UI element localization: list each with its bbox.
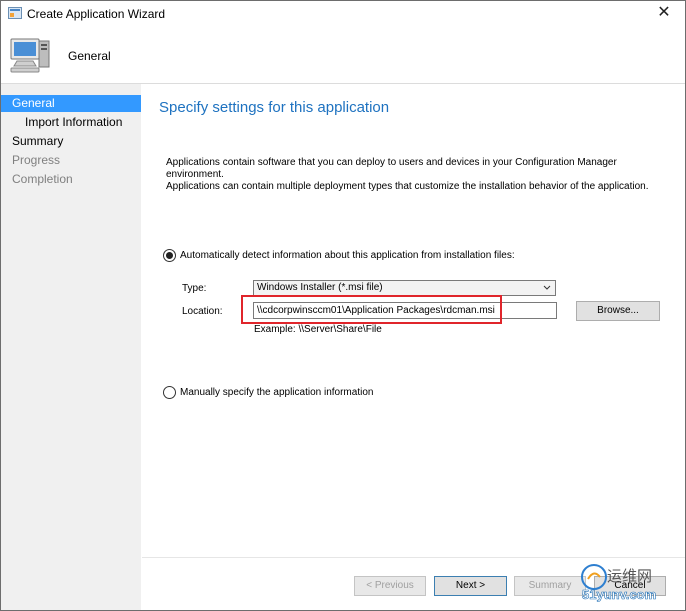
type-dropdown[interactable]: Windows Installer (*.msi file) [253,280,556,296]
auto-detect-radio[interactable] [163,249,176,262]
header-title: General [68,49,111,63]
previous-button[interactable]: < Previous [354,576,426,596]
sidebar-item-label: Completion [12,172,73,186]
title-bar: Create Application Wizard ✕ [1,1,685,27]
sidebar-item-label: Summary [12,134,64,148]
type-label: Type: [182,283,207,294]
manual-specify-label: Manually specify the application informa… [180,387,374,398]
type-dropdown-value: Windows Installer (*.msi file) [257,282,383,293]
footer-divider [142,557,685,558]
sidebar-item-label: Import Information [25,115,123,129]
computer-icon [10,38,50,73]
chevron-down-icon [543,285,551,290]
browse-button[interactable]: Browse... [576,301,660,321]
app-icon [8,7,22,19]
description: Applications contain software that you c… [166,157,666,193]
location-example: Example: \\Server\Share\File [254,324,382,335]
manual-specify-radio[interactable] [163,386,176,399]
sidebar-item-completion: Completion [1,171,141,188]
description-line-1: Applications contain software that you c… [166,157,617,180]
description-line-2: Applications can contain multiple deploy… [166,181,649,192]
wizard-steps-sidebar: General Import Information Summary Progr… [1,84,141,610]
wizard-header: General [1,27,685,84]
wizard-content: Specify settings for this application Ap… [142,84,685,610]
sidebar-item-label: Progress [12,153,61,167]
page-title: Specify settings for this application [159,99,390,116]
sidebar-item-label: General [12,96,55,110]
annotation-highlight-box [241,295,502,324]
sidebar-item-summary[interactable]: Summary [1,133,141,150]
site-watermark: 运维网 51yunv.com [576,563,686,609]
window-title: Create Application Wizard [27,7,166,21]
watermark-text-url: 51yunv.com [582,587,657,603]
location-label: Location: [182,306,223,317]
sidebar-item-progress: Progress [1,152,141,169]
auto-detect-label: Automatically detect information about t… [180,250,515,261]
next-button[interactable]: Next > [434,576,507,596]
sidebar-item-import-information[interactable]: Import Information [1,114,141,131]
watermark-text-cn: 运维网 [607,568,653,585]
wizard-window: Create Application Wizard ✕ General Gene… [0,0,686,611]
close-icon[interactable]: ✕ [649,1,679,25]
sidebar-item-general[interactable]: General [1,95,141,112]
